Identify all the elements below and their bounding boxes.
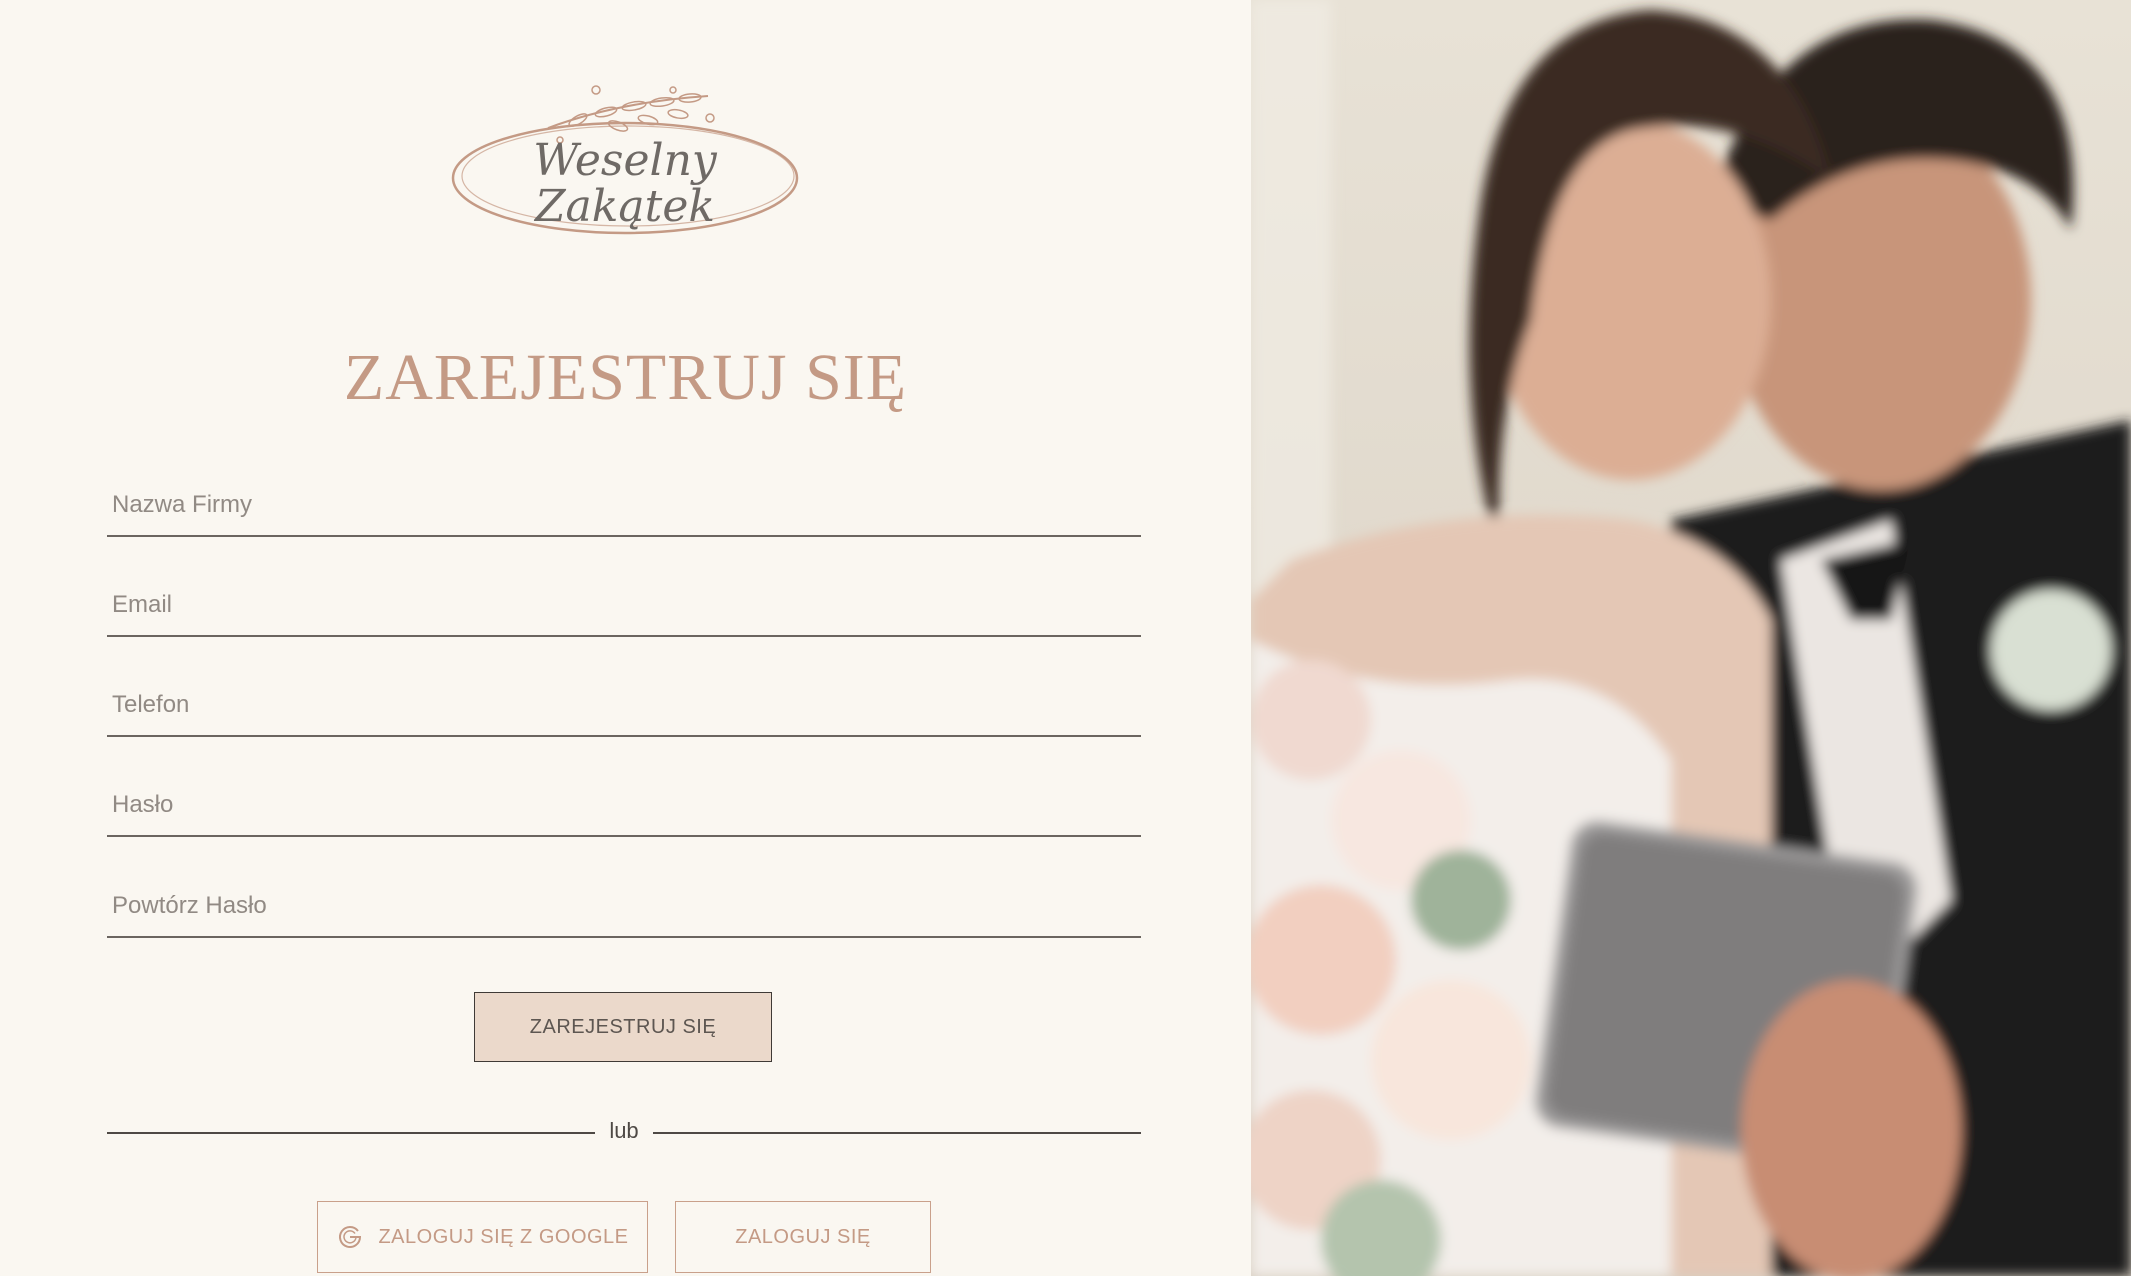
google-login-label: ZALOGUJ SIĘ Z GOOGLE xyxy=(378,1225,629,1248)
company-name-field[interactable] xyxy=(107,475,1141,537)
phone-field[interactable] xyxy=(107,675,1141,737)
weselny-zakatek-logo: Weselny Zakątek xyxy=(448,82,802,242)
repeat-password-field[interactable] xyxy=(107,876,1141,938)
divider-line-right xyxy=(653,1132,1141,1134)
phone-input[interactable] xyxy=(110,689,1134,721)
page-title: ZAREJESTRUJ SIĘ xyxy=(343,341,908,414)
google-icon xyxy=(339,1226,362,1248)
divider-line-left xyxy=(107,1132,595,1134)
register-button[interactable]: ZAREJESTRUJ SIĘ xyxy=(474,992,772,1062)
login-button[interactable]: ZALOGUJ SIĘ xyxy=(675,1201,931,1273)
login-label: ZALOGUJ SIĘ xyxy=(735,1225,871,1248)
password-field[interactable] xyxy=(107,775,1141,837)
divider-text: lub xyxy=(609,1118,639,1143)
wedding-couple-photo xyxy=(1251,0,2131,1276)
email-input[interactable] xyxy=(110,589,1134,621)
couple-photo-illustration xyxy=(1251,0,2131,1276)
company-name-input[interactable] xyxy=(110,489,1134,521)
google-login-button[interactable]: ZALOGUJ SIĘ Z GOOGLE xyxy=(317,1201,648,1273)
password-input[interactable] xyxy=(110,789,1134,821)
repeat-password-input[interactable] xyxy=(110,890,1134,922)
email-field[interactable] xyxy=(107,575,1141,637)
logo-line-2: Zakątek xyxy=(534,181,716,232)
logo-line-1: Weselny xyxy=(533,135,717,186)
logo-text: Weselny Zakątek xyxy=(448,138,802,230)
registration-panel: Weselny Zakątek ZAREJESTRUJ SIĘ ZAREJEST… xyxy=(0,0,1251,1276)
